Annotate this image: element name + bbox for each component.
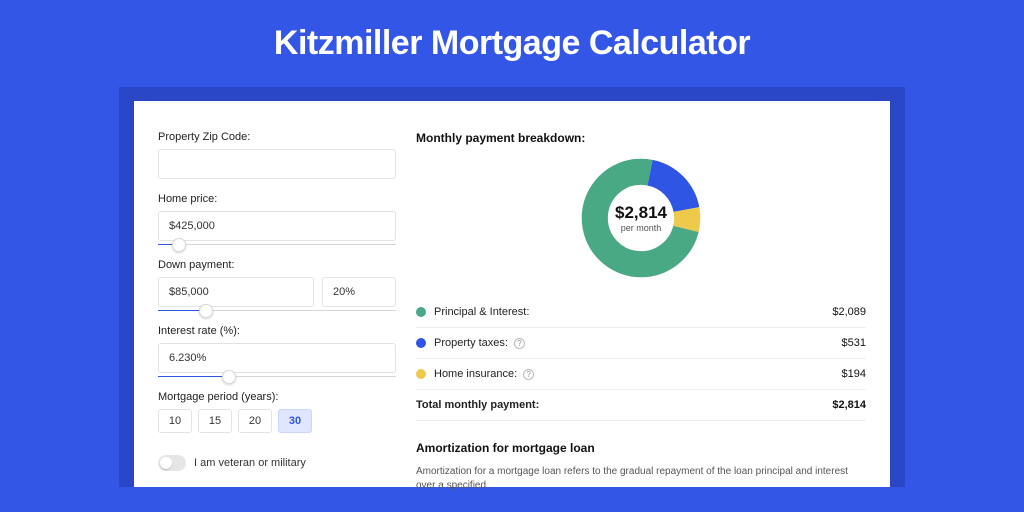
down-amount-input[interactable] <box>158 277 314 307</box>
legend-value: $194 <box>842 368 866 380</box>
legend-value: $531 <box>842 337 866 349</box>
period-group: Mortgage period (years): 10152030 <box>158 391 396 433</box>
price-slider[interactable] <box>158 244 396 245</box>
calculator-card: Property Zip Code: Home price: Down paym… <box>134 101 890 487</box>
card-backdrop: Property Zip Code: Home price: Down paym… <box>119 87 905 487</box>
rate-slider-thumb[interactable] <box>222 370 236 384</box>
total-label: Total monthly payment: <box>416 399 539 411</box>
legend-row-green: Principal & Interest: $2,089 <box>416 297 866 327</box>
donut-sub: per month <box>621 223 662 233</box>
legend-dot-blue <box>416 338 426 348</box>
zip-group: Property Zip Code: <box>158 131 396 179</box>
amortization-text: Amortization for a mortgage loan refers … <box>416 465 866 493</box>
rate-group: Interest rate (%): <box>158 325 396 377</box>
price-input[interactable] <box>158 211 396 241</box>
veteran-label: I am veteran or military <box>194 457 306 469</box>
rate-label: Interest rate (%): <box>158 325 396 337</box>
breakdown-title: Monthly payment breakdown: <box>416 131 866 145</box>
legend-value: $2,089 <box>832 306 866 318</box>
donut-amount: $2,814 <box>615 203 667 223</box>
price-label: Home price: <box>158 193 396 205</box>
breakdown-column: Monthly payment breakdown: $2,814 per mo… <box>416 131 866 487</box>
form-column: Property Zip Code: Home price: Down paym… <box>158 131 396 487</box>
rate-input[interactable] <box>158 343 396 373</box>
down-group: Down payment: <box>158 259 396 311</box>
zip-input[interactable] <box>158 149 396 179</box>
period-label: Mortgage period (years): <box>158 391 396 403</box>
amortization-section: Amortization for mortgage loan Amortizat… <box>416 441 866 493</box>
donut-center: $2,814 per month <box>580 157 702 279</box>
period-button-30[interactable]: 30 <box>278 409 312 433</box>
donut-wrap: $2,814 per month <box>416 157 866 279</box>
legend-dot-yellow <box>416 369 426 379</box>
legend-row-yellow: Home insurance:? $194 <box>416 358 866 389</box>
down-slider-thumb[interactable] <box>199 304 213 318</box>
price-slider-thumb[interactable] <box>172 238 186 252</box>
rate-slider-fill <box>158 376 229 377</box>
veteran-row: I am veteran or military <box>158 455 396 471</box>
price-group: Home price: <box>158 193 396 245</box>
down-percent-input[interactable] <box>322 277 396 307</box>
info-icon[interactable]: ? <box>514 338 525 349</box>
rate-slider[interactable] <box>158 376 396 377</box>
down-slider[interactable] <box>158 310 396 311</box>
donut-chart: $2,814 per month <box>580 157 702 279</box>
period-button-15[interactable]: 15 <box>198 409 232 433</box>
amortization-title: Amortization for mortgage loan <box>416 441 866 455</box>
legend-label: Property taxes: <box>434 337 508 349</box>
legend-label: Principal & Interest: <box>434 306 529 318</box>
legend: Principal & Interest: $2,089 Property taxe… <box>416 297 866 421</box>
legend-row-total: Total monthly payment: $2,814 <box>416 389 866 420</box>
period-button-20[interactable]: 20 <box>238 409 272 433</box>
zip-label: Property Zip Code: <box>158 131 396 143</box>
legend-label: Home insurance: <box>434 368 517 380</box>
down-label: Down payment: <box>158 259 396 271</box>
legend-row-blue: Property taxes:? $531 <box>416 327 866 358</box>
period-row: 10152030 <box>158 409 396 433</box>
info-icon[interactable]: ? <box>523 369 534 380</box>
veteran-toggle[interactable] <box>158 455 186 471</box>
page-title: Kitzmiller Mortgage Calculator <box>0 0 1024 87</box>
legend-dot-green <box>416 307 426 317</box>
period-button-10[interactable]: 10 <box>158 409 192 433</box>
total-value: $2,814 <box>832 399 866 411</box>
